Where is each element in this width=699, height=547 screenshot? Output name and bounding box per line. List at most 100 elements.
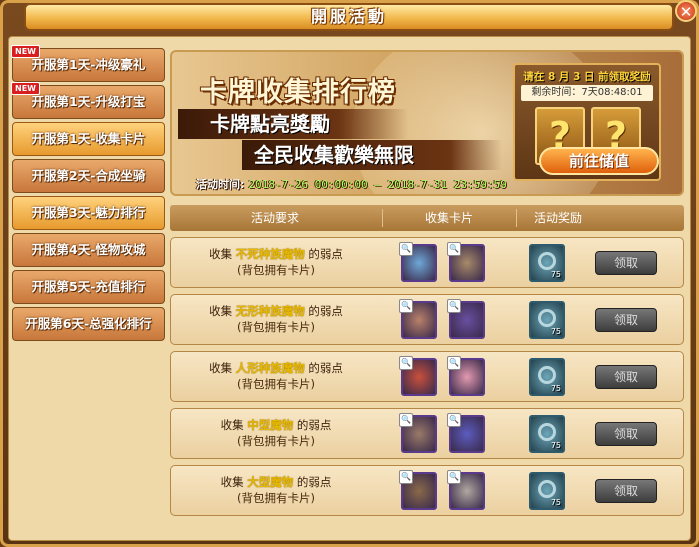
header-divider: [382, 209, 383, 227]
banner-title: 卡牌收集排行榜: [200, 77, 396, 108]
magnifier-icon[interactable]: 🔍: [399, 413, 413, 427]
reward-count: 75: [550, 498, 561, 507]
reward-item[interactable]: 75: [529, 472, 565, 510]
monster-card[interactable]: 🔍: [399, 413, 437, 453]
requirement-note: (背包拥有卡片): [237, 491, 315, 505]
reward-item[interactable]: 75: [529, 244, 565, 282]
nav-item[interactable]: 开服第2天-合成坐骑: [12, 159, 165, 193]
ring-icon: [538, 366, 556, 384]
banner-subtitle: 卡牌點亮獎勵: [178, 109, 408, 139]
nav-item[interactable]: 开服第6天-总强化排行: [12, 307, 165, 341]
monster-type: 中型魔物: [247, 418, 294, 432]
claim-button[interactable]: 领取: [595, 308, 657, 332]
event-time: 活动时间: 2018-7-26 00:00:00 — 2018-7-31 23:5…: [196, 176, 507, 192]
monster-type: 人形种族魔物: [235, 361, 305, 375]
nav-item-label: 开服第1天-收集卡片: [31, 131, 146, 146]
reward-item[interactable]: 75: [529, 415, 565, 453]
nav-item-label: 开服第3天-魅力排行: [31, 205, 146, 220]
monster-type: 不死种族魔物: [235, 247, 305, 261]
monster-card[interactable]: 🔍: [399, 299, 437, 339]
magnifier-icon[interactable]: 🔍: [447, 470, 461, 484]
monster-card[interactable]: 🔍: [447, 413, 485, 453]
requirement-prefix: 收集: [209, 304, 233, 318]
requirement-text: 收集 大型魔物 的弱点: [171, 474, 381, 490]
new-badge: NEW: [11, 45, 40, 58]
requirement-prefix: 收集: [220, 418, 244, 432]
requirement-prefix: 收集: [209, 361, 233, 375]
magnifier-icon[interactable]: 🔍: [399, 299, 413, 313]
requirement-text: 收集 人形种族魔物 的弱点: [171, 360, 381, 376]
requirement-note: (背包拥有卡片): [237, 320, 315, 334]
magnifier-icon[interactable]: 🔍: [447, 242, 461, 256]
close-button[interactable]: ✕: [675, 0, 697, 22]
requirement-note: (背包拥有卡片): [237, 434, 315, 448]
monster-card[interactable]: 🔍: [447, 470, 485, 510]
claim-button[interactable]: 领取: [595, 251, 657, 275]
header-cards: 收集卡片: [424, 211, 473, 225]
claim-deadline: 请在 8 月 3 日 前领取奖励: [523, 71, 651, 83]
event-time-range: 2018-7-26 00:00:00 — 2018-7-31 23:59:59: [248, 178, 507, 191]
header-divider: [516, 209, 517, 227]
claim-button[interactable]: 领取: [595, 422, 657, 446]
requirement-suffix: 的弱点: [296, 418, 332, 432]
requirement-text: 收集 无形种族魔物 的弱点: [171, 303, 381, 319]
reward-count: 75: [550, 270, 561, 279]
banner-slogan: 全民收集歡樂無限: [242, 140, 502, 170]
go-recharge-button[interactable]: 前往储值: [539, 147, 659, 175]
nav-item[interactable]: 开服第3天-魅力排行: [12, 196, 165, 230]
magnifier-icon[interactable]: 🔍: [399, 356, 413, 370]
monster-card[interactable]: 🔍: [447, 299, 485, 339]
countdown-box: 请在 8 月 3 日 前领取奖励 剩余时间：7天08:48:01 ? ? 前往储…: [513, 63, 661, 181]
remaining-time: 剩余时间：7天08:48:01: [521, 85, 653, 101]
nav-item-label: 开服第1天-冲级豪礼: [31, 57, 146, 72]
event-time-label: 活动时间:: [196, 178, 245, 191]
nav-item[interactable]: 开服第4天-怪物攻城: [12, 233, 165, 267]
nav-item-label: 开服第1天-升级打宝: [31, 94, 146, 109]
requirement-suffix: 的弱点: [296, 475, 332, 489]
task-row: 收集 大型魔物 的弱点 (背包拥有卡片) 🔍 🔍 75 领取: [170, 465, 684, 516]
magnifier-icon[interactable]: 🔍: [399, 242, 413, 256]
event-banner: 卡牌收集排行榜 卡牌點亮獎勵 全民收集歡樂無限 活动时间: 2018-7-26 0…: [170, 50, 684, 196]
monster-card[interactable]: 🔍: [399, 242, 437, 282]
nav-item[interactable]: 开服第5天-充值排行: [12, 270, 165, 304]
magnifier-icon[interactable]: 🔍: [447, 413, 461, 427]
magnifier-icon[interactable]: 🔍: [447, 299, 461, 313]
monster-card[interactable]: 🔍: [447, 242, 485, 282]
task-requirement: 收集 中型魔物 的弱点 (背包拥有卡片): [171, 417, 381, 449]
magnifier-icon[interactable]: 🔍: [399, 470, 413, 484]
nav-item-label: 开服第2天-合成坐骑: [31, 168, 146, 183]
monster-type: 大型魔物: [247, 475, 294, 489]
monster-type: 无形种族魔物: [235, 304, 305, 318]
ring-icon: [538, 252, 556, 270]
requirement-prefix: 收集: [209, 247, 233, 261]
monster-card[interactable]: 🔍: [399, 356, 437, 396]
reward-count: 75: [550, 441, 561, 450]
monster-card[interactable]: 🔍: [399, 470, 437, 510]
claim-button[interactable]: 领取: [595, 365, 657, 389]
nav-item[interactable]: 开服第1天-升级打宝 NEW: [11, 82, 165, 119]
requirement-note: (背包拥有卡片): [237, 377, 315, 391]
nav-item-label: 开服第4天-怪物攻城: [31, 242, 146, 257]
task-row: 收集 无形种族魔物 的弱点 (背包拥有卡片) 🔍 🔍 75 领取: [170, 294, 684, 345]
ring-icon: [538, 423, 556, 441]
task-requirement: 收集 大型魔物 的弱点 (背包拥有卡片): [171, 474, 381, 506]
claim-button[interactable]: 领取: [595, 479, 657, 503]
nav-item[interactable]: 开服第1天-收集卡片: [12, 122, 165, 156]
table-header: 活动要求 收集卡片 活动奖励: [170, 205, 684, 231]
reward-count: 75: [550, 384, 561, 393]
event-nav: 开服第1天-冲级豪礼 NEW 开服第1天-升级打宝 NEW 开服第1天-收集卡片 开服第2…: [11, 45, 165, 538]
task-requirement: 收集 人形种族魔物 的弱点 (背包拥有卡片): [171, 360, 381, 392]
requirement-note: (背包拥有卡片): [237, 263, 315, 277]
nav-item-label: 开服第5天-充值排行: [31, 279, 146, 294]
task-row: 收集 中型魔物 的弱点 (背包拥有卡片) 🔍 🔍 75 领取: [170, 408, 684, 459]
header-reward: 活动奖励: [533, 211, 582, 225]
nav-item[interactable]: 开服第1天-冲级豪礼 NEW: [11, 45, 165, 82]
window-title: 開服活動: [24, 3, 674, 31]
monster-card[interactable]: 🔍: [447, 356, 485, 396]
magnifier-icon[interactable]: 🔍: [447, 356, 461, 370]
reward-item[interactable]: 75: [529, 358, 565, 396]
nav-item-label: 开服第6天-总强化排行: [25, 316, 152, 331]
reward-item[interactable]: 75: [529, 301, 565, 339]
header-requirement: 活动要求: [250, 211, 299, 225]
task-requirement: 收集 无形种族魔物 的弱点 (背包拥有卡片): [171, 303, 381, 335]
